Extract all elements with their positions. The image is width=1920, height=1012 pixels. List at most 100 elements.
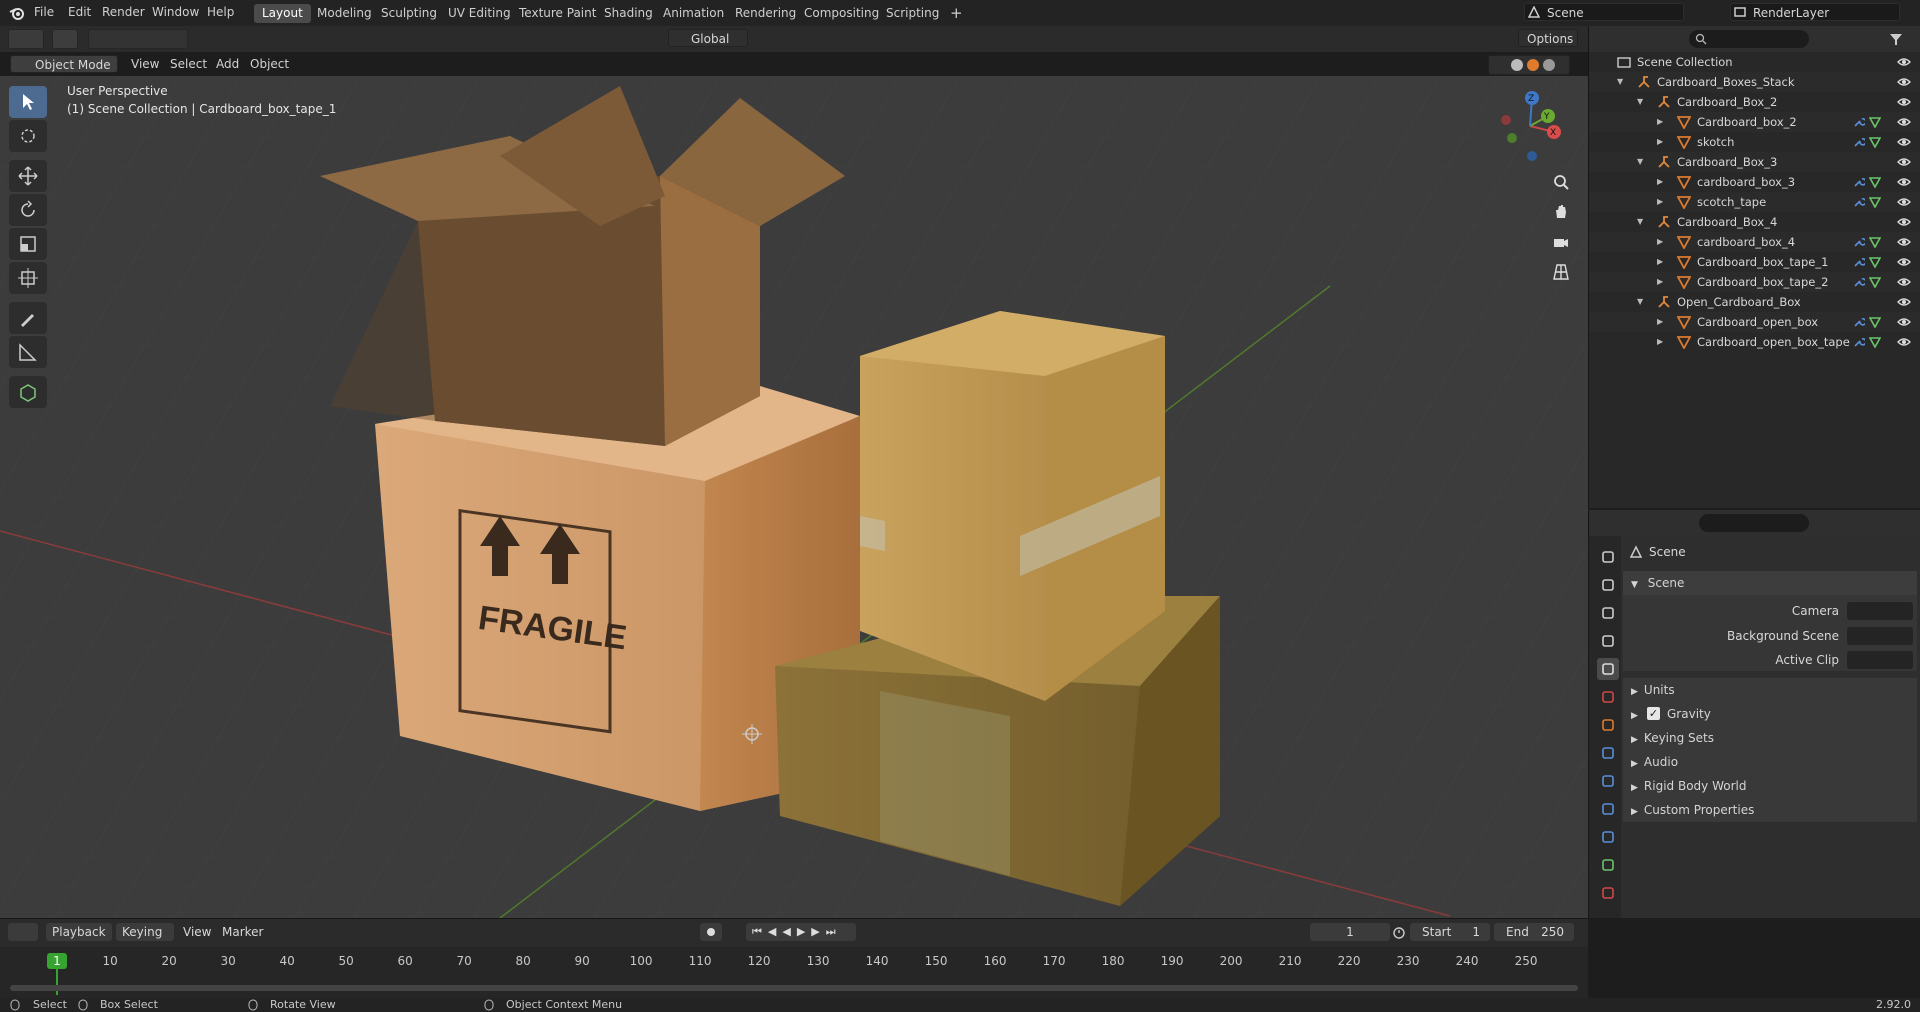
selection-mode-toggles[interactable]	[88, 29, 188, 49]
visibility-eye-icon[interactable]	[1897, 335, 1911, 349]
tab-particles[interactable]	[1597, 770, 1619, 792]
expand-arrow-icon[interactable]: ▼	[1637, 212, 1643, 232]
mesh-data-icon[interactable]	[1869, 276, 1881, 288]
tool-move[interactable]	[9, 160, 47, 192]
mesh-data-icon[interactable]	[1869, 236, 1881, 248]
visibility-eye-icon[interactable]	[1897, 255, 1911, 269]
tool-select-box[interactable]	[9, 86, 47, 118]
mesh-data-icon[interactable]	[1869, 196, 1881, 208]
scene-panel-header[interactable]: ▼ Scene	[1623, 571, 1917, 595]
playback-dropdown[interactable]: Playback	[46, 923, 112, 941]
navigation-gizmo[interactable]: X Y Z	[1490, 86, 1570, 166]
tool-transform[interactable]	[9, 262, 47, 294]
outliner-item[interactable]: ▶ skotch	[1589, 132, 1920, 152]
select-mode-button[interactable]	[52, 29, 78, 49]
viewport-menu-view[interactable]: View	[131, 57, 159, 71]
modifier-wrench-icon[interactable]	[1853, 316, 1865, 328]
expand-arrow-icon[interactable]: ▶	[1657, 312, 1663, 332]
outliner-item[interactable]: ▼ Cardboard_Box_3	[1589, 152, 1920, 172]
visibility-eye-icon[interactable]	[1897, 195, 1911, 209]
visibility-eye-icon[interactable]	[1897, 95, 1911, 109]
modifier-wrench-icon[interactable]	[1853, 176, 1865, 188]
timeline-scrollbar[interactable]	[10, 985, 1578, 991]
object-mode-dropdown[interactable]: Object Mode	[10, 55, 118, 73]
outliner-item[interactable]: ▼ Cardboard_Boxes_Stack	[1589, 72, 1920, 92]
tool-scale[interactable]	[9, 228, 47, 260]
modifier-wrench-icon[interactable]	[1853, 196, 1865, 208]
section-units[interactable]: ▶ Units	[1623, 678, 1917, 702]
tab-constraints[interactable]	[1597, 826, 1619, 848]
tool-rotate[interactable]	[9, 194, 47, 226]
viewport-menu-add[interactable]: Add	[216, 57, 239, 71]
tab-shading[interactable]: Shading	[596, 4, 661, 23]
zoom-button[interactable]	[1548, 169, 1574, 195]
expand-arrow-icon[interactable]: ▼	[1637, 92, 1643, 112]
options-dropdown[interactable]: Options	[1518, 29, 1578, 47]
perspective-toggle-button[interactable]	[1548, 259, 1574, 285]
modifier-wrench-icon[interactable]	[1853, 336, 1865, 348]
3d-viewport[interactable]: FRAGILE User Perspective (1) Scene Colle…	[0, 76, 1588, 918]
mesh-data-icon[interactable]	[1869, 116, 1881, 128]
visibility-eye-icon[interactable]	[1897, 115, 1911, 129]
scene-selector[interactable]: Scene	[1524, 3, 1684, 21]
tool-measure[interactable]	[9, 336, 47, 368]
tab-layout[interactable]: Layout	[254, 4, 311, 23]
visibility-eye-icon[interactable]	[1897, 175, 1911, 189]
tab-modifiers[interactable]	[1597, 742, 1619, 764]
tab-scripting[interactable]: Scripting	[878, 4, 947, 23]
timeline-editor-type[interactable]	[8, 923, 38, 941]
view-layer-selector[interactable]: RenderLayer	[1730, 3, 1900, 21]
expand-arrow-icon[interactable]: ▶	[1657, 232, 1663, 252]
visibility-eye-icon[interactable]	[1897, 315, 1911, 329]
viewport-menu-object[interactable]: Object	[250, 57, 289, 71]
solid-shading-icon[interactable]	[1511, 59, 1523, 71]
outliner-search-input[interactable]	[1689, 30, 1809, 48]
tool-annotate[interactable]	[9, 302, 47, 334]
stopwatch-icon[interactable]	[1392, 925, 1406, 939]
visibility-eye-icon[interactable]	[1897, 215, 1911, 229]
visibility-eye-icon[interactable]	[1897, 295, 1911, 309]
tool-cursor[interactable]	[9, 120, 47, 152]
expand-arrow-icon[interactable]: ▼	[1617, 72, 1623, 92]
record-button[interactable]	[700, 923, 722, 941]
mesh-data-icon[interactable]	[1869, 336, 1881, 348]
expand-arrow-icon[interactable]: ▶	[1657, 172, 1663, 192]
expand-arrow-icon[interactable]: ▶	[1657, 132, 1663, 152]
tab-view-layer[interactable]	[1597, 630, 1619, 652]
playback-controls[interactable]: ⏮◀◀▶▶⏭	[746, 923, 856, 941]
transform-orientation-dropdown[interactable]: Global	[668, 29, 748, 47]
tab-output[interactable]	[1597, 602, 1619, 624]
pan-button[interactable]	[1548, 198, 1574, 224]
tab-uv-editing[interactable]: UV Editing	[440, 4, 519, 23]
outliner-item[interactable]: ▶ Cardboard_box_2	[1589, 112, 1920, 132]
outliner-item[interactable]: ▶ Cardboard_open_box_tape	[1589, 332, 1920, 352]
section-gravity[interactable]: ▶ ✓ Gravity	[1623, 702, 1917, 726]
mesh-data-icon[interactable]	[1869, 256, 1881, 268]
tab-physics[interactable]	[1597, 798, 1619, 820]
editor-type-button[interactable]	[8, 29, 44, 49]
camera-field[interactable]	[1847, 602, 1913, 620]
tab-object[interactable]	[1597, 714, 1619, 736]
outliner-item[interactable]: ▶ Cardboard_box_tape_1	[1589, 252, 1920, 272]
mesh-data-icon[interactable]	[1869, 176, 1881, 188]
modifier-wrench-icon[interactable]	[1853, 276, 1865, 288]
gravity-checkbox[interactable]: ✓	[1647, 707, 1660, 720]
background-scene-field[interactable]	[1847, 627, 1913, 645]
tab-animation[interactable]: Animation	[655, 4, 732, 23]
expand-arrow-icon[interactable]: ▶	[1657, 272, 1663, 292]
expand-arrow-icon[interactable]: ▶	[1657, 112, 1663, 132]
shading-mode-buttons[interactable]	[1488, 55, 1570, 75]
menu-file[interactable]: File	[34, 5, 54, 19]
current-frame-field[interactable]: 1	[1310, 923, 1390, 941]
start-frame-field[interactable]: Start 1	[1410, 923, 1490, 941]
visibility-eye-icon[interactable]	[1897, 155, 1911, 169]
tab-data[interactable]	[1597, 854, 1619, 876]
blender-logo-icon[interactable]	[8, 4, 26, 22]
active-clip-field[interactable]	[1847, 651, 1913, 669]
tab-world[interactable]	[1597, 686, 1619, 708]
tab-modeling[interactable]: Modeling	[309, 4, 380, 23]
outliner-item[interactable]: ▶ cardboard_box_3	[1589, 172, 1920, 192]
viewport-scene[interactable]: FRAGILE	[0, 76, 1588, 918]
visibility-eye-icon[interactable]	[1897, 75, 1911, 89]
expand-arrow-icon[interactable]: ▼	[1637, 152, 1643, 172]
